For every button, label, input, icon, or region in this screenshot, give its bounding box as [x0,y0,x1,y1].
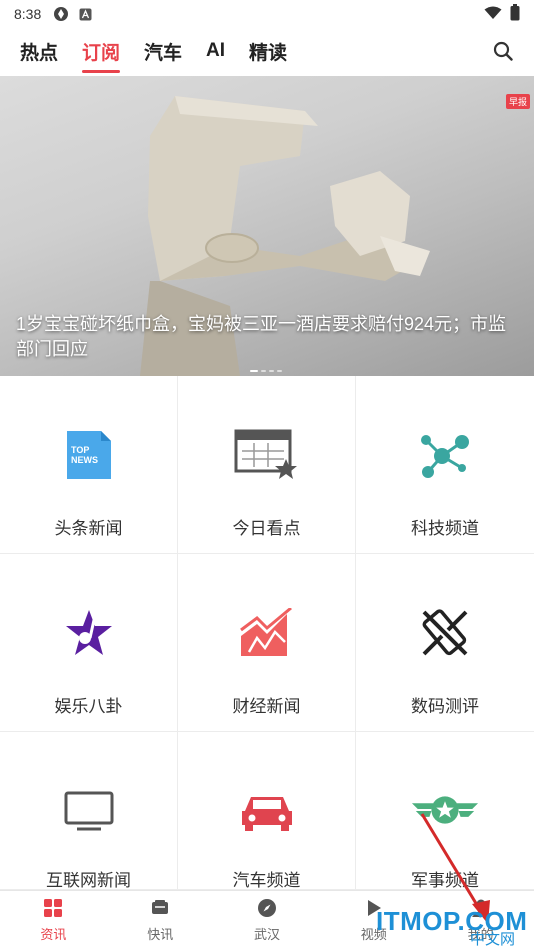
channel-top-news[interactable]: TOP NEWS 头条新闻 [0,376,178,554]
nav-flash[interactable]: 快讯 [107,891,214,950]
channel-label: 汽车频道 [232,871,301,890]
calendar-star-icon [232,420,302,490]
channel-finance[interactable]: 财经新闻 [178,554,356,732]
channel-auto[interactable]: 汽车频道 [178,732,356,890]
tab-ai[interactable]: AI [206,34,225,68]
phone-tools-icon [410,598,480,668]
nav-wuhan[interactable]: 武汉 [214,891,321,950]
svg-text:TOP: TOP [71,445,89,455]
channel-label: 今日看点 [232,519,301,538]
car-icon [232,776,302,846]
tab-subscribe[interactable]: 订阅 [82,32,121,73]
grid-squares-icon [43,898,63,918]
channel-entertainment[interactable]: 娱乐八卦 [0,554,178,732]
wifi-icon [484,6,502,23]
channel-today-focus[interactable]: 今日看点 [178,376,356,554]
channel-label: 互联网新闻 [46,871,131,890]
status-bar: 8:38 [0,0,534,28]
channel-label: 头条新闻 [54,519,123,538]
top-nav: 热点 订阅 汽车 AI 精读 [0,28,534,74]
svg-text:NEWS: NEWS [71,455,98,465]
carousel-indicator [250,370,282,372]
channel-label: 数码测评 [411,697,479,716]
channel-digital-review[interactable]: 数码测评 [356,554,534,732]
monitor-icon [54,776,124,846]
tab-featured[interactable]: 精读 [249,32,287,71]
nav-news[interactable]: 资讯 [0,891,107,950]
molecule-icon [410,420,480,490]
sync-icon [53,6,69,22]
channel-label: 娱乐八卦 [54,697,123,716]
banner-tag: 早报 [505,94,530,109]
channel-internet[interactable]: 互联网新闻 [0,732,178,890]
nav-label: 武汉 [253,927,280,942]
tab-auto[interactable]: 汽车 [144,32,182,71]
watermark-subtext: 中文网 [470,931,516,948]
banner-title: 1岁宝宝碰坏纸巾盒，宝妈被三亚一酒店要求赔付924元；市监部门回应 [16,314,507,359]
nav-label: 资讯 [40,927,67,942]
channel-tech[interactable]: 科技频道 [356,376,534,554]
headline-banner[interactable]: 早报 1岁宝宝碰坏纸巾盒，宝妈被三亚一酒店要求赔付924元；市监部门回应 [0,76,534,376]
music-star-icon [54,598,124,668]
newspaper-icon [150,898,170,918]
compass-icon [257,898,277,918]
channel-label: 科技频道 [411,519,479,538]
status-time: 8:38 [14,6,42,22]
battery-icon [510,4,520,24]
trend-chart-icon [232,598,302,668]
top-news-icon: TOP NEWS [54,420,124,490]
search-icon[interactable] [492,40,514,62]
app-notification-icon [79,8,92,21]
tab-hot[interactable]: 热点 [20,32,58,71]
channel-label: 财经新闻 [232,697,301,716]
nav-label: 快讯 [147,927,174,942]
